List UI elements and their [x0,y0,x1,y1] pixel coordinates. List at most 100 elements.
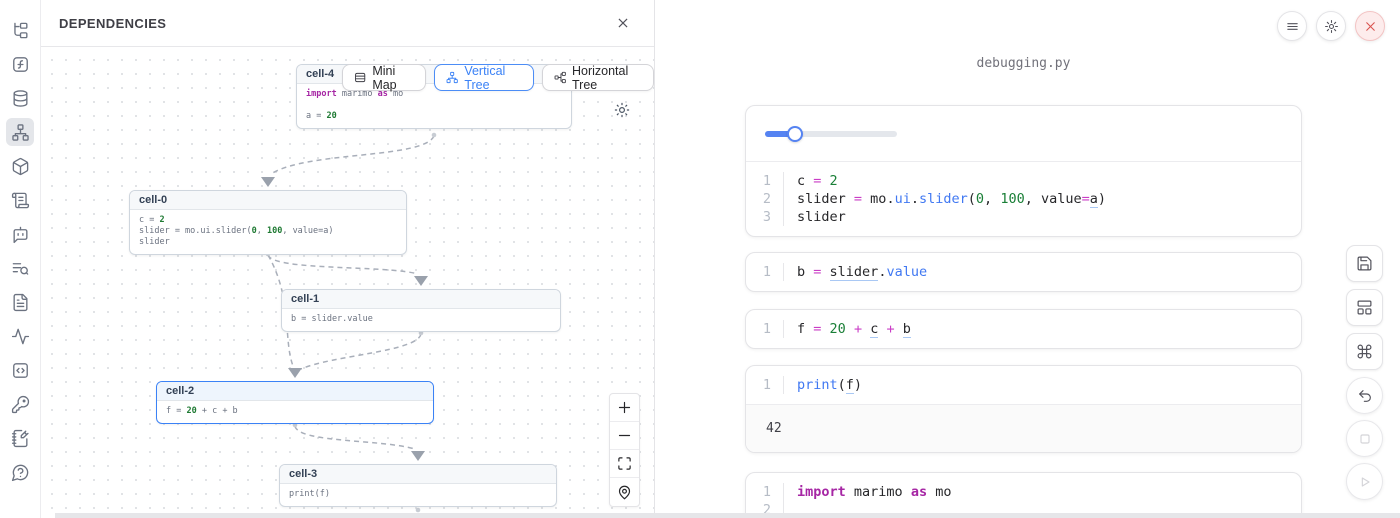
sidebar-item-snippets[interactable] [6,356,34,384]
graph-node-cell-2[interactable]: cell-2 f = 20 + c + b [156,381,434,424]
zoom-out-button[interactable] [610,422,639,450]
cell-code-editor[interactable]: 1print(f) [746,366,1301,404]
line-number: 1 [746,320,784,338]
graph-node-code: print(f) [280,484,556,506]
graph-node-cell-3[interactable]: cell-3 print(f) [279,464,557,507]
layout-button[interactable] [1346,289,1383,326]
code-line: slider = mo.ui.slider(0, 100, value=a) [784,190,1106,208]
sidebar-item-file-tree[interactable] [6,16,34,44]
mini-map-button[interactable]: Mini Map [342,64,426,91]
dependencies-panel: DEPENDENCIES [40,0,655,518]
stop-icon [1357,431,1373,447]
graph-settings-button[interactable] [613,101,631,119]
sidebar-item-secrets[interactable] [6,390,34,418]
notebook-cell-import[interactable]: 1import marimo as mo 2 [745,472,1302,518]
horizontal-tree-icon [554,70,566,85]
graph-zoom-controls [609,393,640,507]
line-number: 1 [746,376,784,394]
code-line: f = 20 + c + b [784,320,911,338]
sidebar-item-dependencies[interactable] [6,118,34,146]
save-button[interactable] [1346,245,1383,282]
sidebar-item-logs[interactable] [6,254,34,282]
layout-panel-icon [1356,299,1373,316]
sidebar-item-datasources[interactable] [6,84,34,112]
log-search-icon [11,259,30,278]
save-icon [1356,255,1373,272]
activity-icon [11,327,30,346]
notebook-cell-slider[interactable]: 1c = 2 2slider = mo.ui.slider(0, 100, va… [745,105,1302,237]
rows-icon [354,70,366,85]
dependency-graph-icon [11,123,30,142]
command-icon [1356,343,1373,360]
database-icon [11,89,30,108]
stop-button[interactable] [1346,420,1383,457]
close-icon [1363,19,1378,34]
dependencies-panel-header: DEPENDENCIES [41,0,654,47]
function-icon [11,55,30,74]
maximize-icon [617,456,632,471]
graph-node-title: cell-0 [130,191,406,210]
sidebar-item-packages[interactable] [6,152,34,180]
scroll-icon [11,191,30,210]
undo-button[interactable] [1346,377,1383,414]
map-pin-icon [617,485,632,500]
undo-icon [1357,388,1373,404]
sidebar-item-scratchpad[interactable] [6,424,34,452]
slider-thumb[interactable] [787,126,803,142]
keyboard-shortcuts-button[interactable] [1346,333,1383,370]
sidebar-item-outline[interactable] [6,288,34,316]
plus-icon [617,400,632,415]
sidebar-item-function[interactable] [6,50,34,78]
chat-bot-icon [11,225,30,244]
dependency-graph-canvas[interactable]: cell-4 import marimo as mo a = 20 cell-0… [41,47,654,518]
button-label: Horizontal Tree [572,64,642,92]
notebook-cell-print[interactable]: 1print(f) 42 [745,365,1302,453]
code-line: b = slider.value [784,263,927,281]
code-snippet-icon [11,361,30,380]
graph-node-title: cell-3 [280,465,556,484]
package-icon [11,157,30,176]
sidebar-item-tracing[interactable] [6,322,34,350]
vertical-tree-icon [446,70,458,85]
code-line: import marimo as mo [784,483,951,501]
sidebar-item-chat[interactable] [6,220,34,248]
bottom-edge-strip [55,513,1400,518]
vertical-tree-button[interactable]: Vertical Tree [434,64,534,91]
graph-view-toolbar: Mini Map Vertical Tree Horizontal Tree [342,64,654,91]
slider-widget[interactable] [765,126,897,142]
settings-button[interactable] [1316,11,1346,41]
scratchpad-icon [11,429,30,448]
close-panel-button[interactable] [612,12,634,34]
helper-panel-rail [0,0,40,518]
button-label: Mini Map [372,64,414,92]
close-icon [616,16,630,30]
notebook-cell-b[interactable]: 1b = slider.value [745,252,1302,292]
run-button[interactable] [1346,463,1383,500]
line-number: 1 [746,172,784,190]
line-number: 3 [746,208,784,226]
shutdown-button[interactable] [1355,11,1385,41]
code-line: c = 2 [784,172,838,190]
notebook-action-rail [1346,245,1383,506]
minus-icon [617,428,632,443]
menu-icon [1285,19,1300,34]
code-line: print(f) [784,376,862,394]
fit-view-button[interactable] [610,450,639,478]
document-icon [11,293,30,312]
zoom-in-button[interactable] [610,394,639,422]
graph-node-cell-0[interactable]: cell-0 c = 2 slider = mo.ui.slider(0, 10… [129,190,407,255]
cell-code-editor[interactable]: 1f = 20 + c + b [746,310,1301,348]
sidebar-item-documentation[interactable] [6,186,34,214]
cell-code-editor[interactable]: 1c = 2 2slider = mo.ui.slider(0, 100, va… [746,162,1301,236]
graph-node-cell-1[interactable]: cell-1 b = slider.value [281,289,561,332]
notebook-cell-f[interactable]: 1f = 20 + c + b [745,309,1302,349]
notebook-area: debugging.py 1c = 2 2slider = mo.ui.slid… [656,0,1400,518]
cell-code-editor[interactable]: 1b = slider.value [746,253,1301,291]
sidebar-item-help[interactable] [6,458,34,486]
cell-code-editor[interactable]: 1import marimo as mo 2 [746,473,1301,518]
locate-button[interactable] [610,478,639,506]
horizontal-tree-button[interactable]: Horizontal Tree [542,64,654,91]
play-icon [1357,474,1373,490]
menu-button[interactable] [1277,11,1307,41]
notebook-filename: debugging.py [745,56,1302,71]
